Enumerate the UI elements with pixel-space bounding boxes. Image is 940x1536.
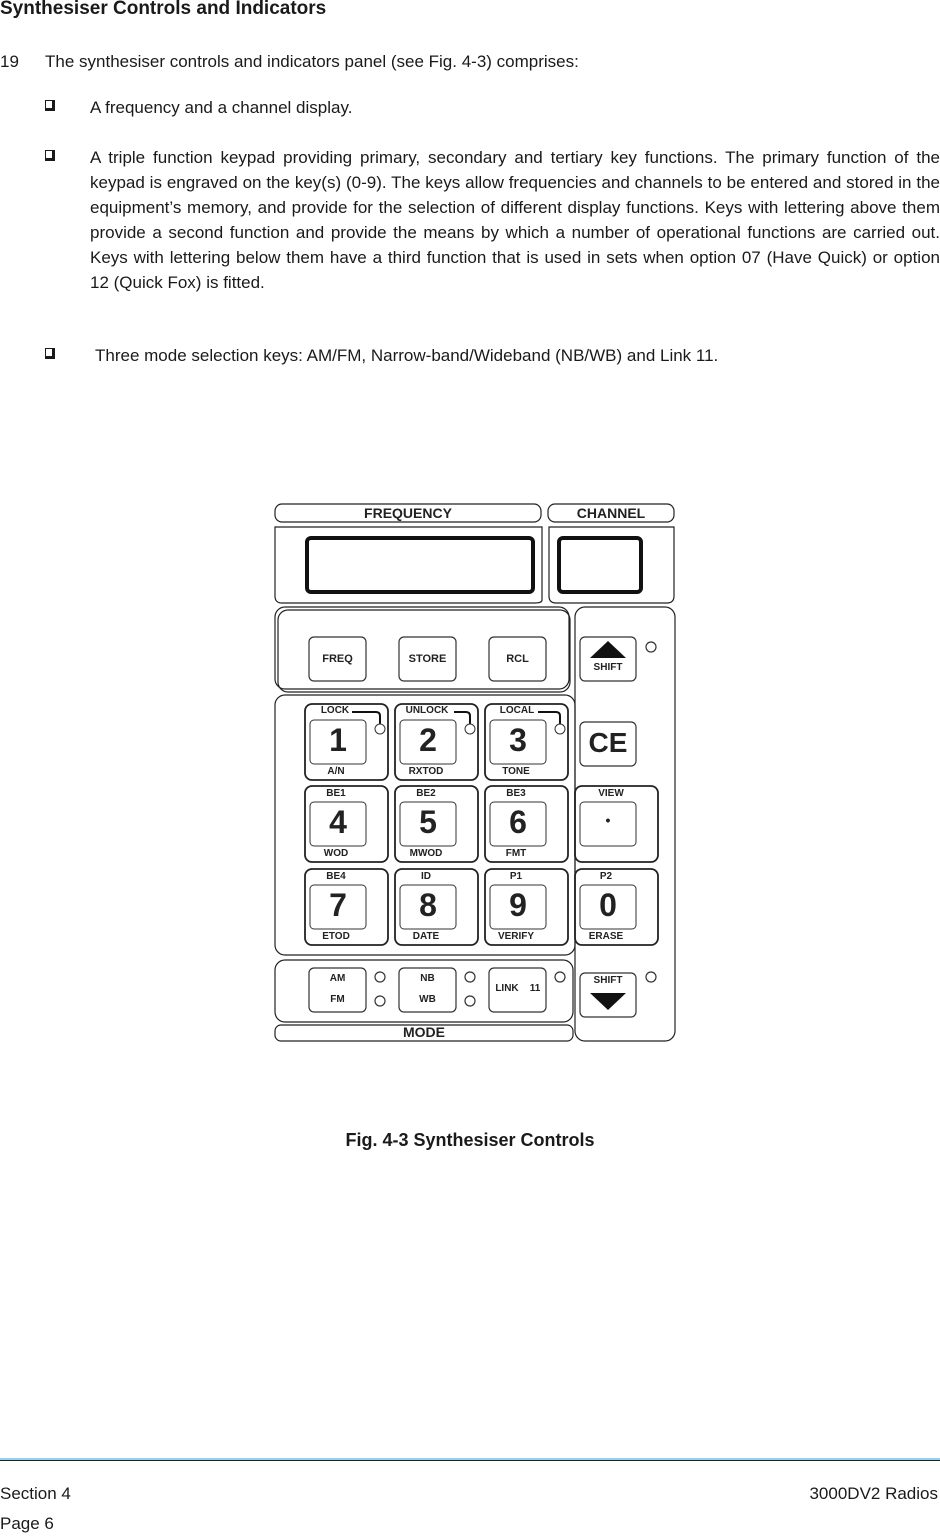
synthesiser-controls-figure: FREQUENCY CHANNEL FREQ STORE RCL SHIFT C…	[270, 500, 680, 1045]
unlock-indicator	[464, 723, 476, 735]
key-2-digit[interactable]: 2	[400, 722, 456, 759]
channel-label: CHANNEL	[576, 505, 646, 521]
bullet-text: A triple function keypad providing prima…	[90, 148, 940, 292]
key-8-digit[interactable]: 8	[400, 887, 456, 924]
section-heading: Synthesiser Controls and Indicators	[0, 0, 327, 19]
footer-rule-shadow	[0, 1460, 940, 1461]
shift-down-indicator	[645, 971, 657, 983]
key-7-digit[interactable]: 7	[310, 887, 366, 924]
nb-label[interactable]: NB	[399, 973, 456, 984]
key-5-below: MWOD	[409, 848, 443, 859]
key-9-digit[interactable]: 9	[490, 887, 546, 924]
bullet-text: A frequency and a channel display.	[90, 98, 353, 117]
key-1-below: A/N	[327, 766, 345, 777]
view-key-above: VIEW	[598, 788, 624, 799]
key-4-above: BE1	[326, 788, 346, 799]
local-indicator	[554, 723, 566, 735]
key-8-above: ID	[421, 871, 431, 882]
key-4-digit[interactable]: 4	[310, 804, 366, 841]
key-2-above: UNLOCK	[405, 705, 449, 716]
figure-caption: Fig. 4-3 Synthesiser Controls	[345, 1130, 595, 1150]
key-6-below: FMT	[505, 848, 527, 859]
freq-key-label[interactable]: FREQ	[309, 653, 366, 665]
checkbox-bullet-icon	[45, 150, 55, 161]
key-3-above: LOCAL	[499, 705, 535, 716]
mode-label: MODE	[403, 1024, 445, 1040]
key-5-above: BE2	[416, 788, 436, 799]
key-3-below: TONE	[502, 766, 530, 777]
key-6-digit[interactable]: 6	[490, 804, 546, 841]
store-key-label[interactable]: STORE	[399, 653, 456, 665]
key-0-digit[interactable]: 0	[580, 887, 636, 924]
paragraph-intro: The synthesiser controls and indicators …	[45, 52, 579, 71]
shift-up-label[interactable]: SHIFT	[580, 662, 636, 673]
channel-display	[557, 536, 643, 594]
fm-label[interactable]: FM	[309, 994, 366, 1005]
key-1-above: LOCK	[320, 705, 350, 716]
decimal-point-key[interactable]: •	[580, 812, 636, 828]
key-4-below: WOD	[323, 848, 349, 859]
frequency-label: FREQUENCY	[364, 505, 452, 521]
key-0-above: P2	[599, 871, 613, 882]
shift-down-label[interactable]: SHIFT	[580, 975, 636, 986]
lock-indicator	[374, 723, 386, 735]
bullet-text: Three mode selection keys: AM/FM, Narrow…	[95, 346, 719, 365]
key-9-above: P1	[509, 871, 523, 882]
link-11-label[interactable]: 11	[526, 983, 544, 994]
link-label[interactable]: LINK	[492, 983, 522, 994]
rcl-key-label[interactable]: RCL	[489, 653, 546, 665]
wb-label[interactable]: WB	[399, 994, 456, 1005]
key-2-below: RXTOD	[408, 766, 444, 777]
footer-product: 3000DV2 Radios	[809, 1484, 938, 1503]
key-8-below: DATE	[412, 931, 440, 942]
am-label[interactable]: AM	[309, 973, 366, 984]
key-5-digit[interactable]: 5	[400, 804, 456, 841]
checkbox-bullet-icon	[45, 100, 55, 111]
footer-section: Section 4	[0, 1484, 71, 1503]
arrow-up-icon	[590, 641, 626, 658]
key-3-digit[interactable]: 3	[490, 722, 546, 759]
key-1-digit[interactable]: 1	[310, 722, 366, 759]
key-6-above: BE3	[506, 788, 526, 799]
key-7-above: BE4	[326, 871, 346, 882]
shift-up-indicator	[645, 641, 657, 653]
arrow-down-icon	[590, 993, 626, 1010]
key-9-below: VERIFY	[497, 931, 535, 942]
footer-page-number: Page 6	[0, 1514, 54, 1533]
key-7-below: ETOD	[322, 931, 350, 942]
frequency-display	[305, 536, 535, 594]
ce-key-label[interactable]: CE	[580, 727, 636, 759]
checkbox-bullet-icon	[45, 348, 55, 359]
paragraph-number: 19	[0, 52, 19, 71]
key-0-below: ERASE	[588, 931, 624, 942]
